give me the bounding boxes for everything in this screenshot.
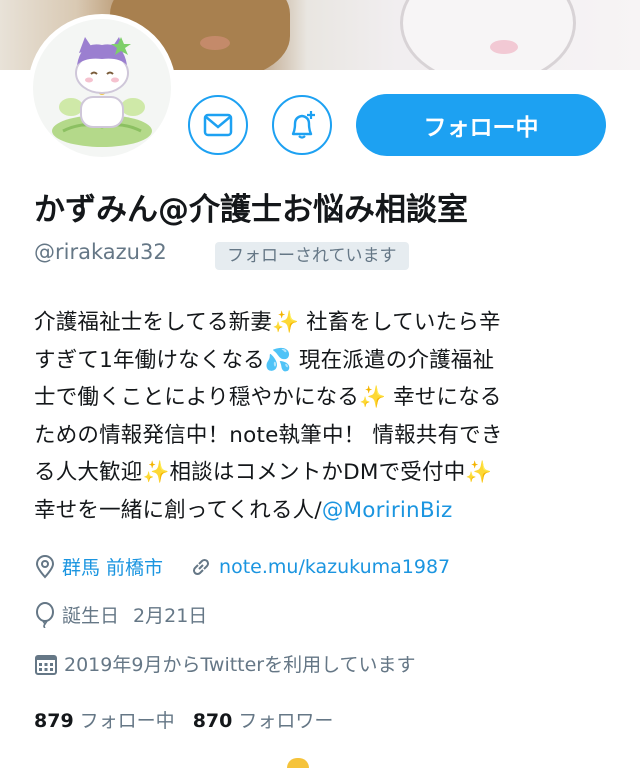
sparkles-emoji: ✨ [359,385,387,410]
display-name: かずみん@介護士お悩み相談室 [34,192,468,228]
username-handle: @rirakazu32 [34,240,167,264]
message-button[interactable] [188,95,248,155]
avatar[interactable] [28,14,176,162]
balloon-icon [36,601,54,628]
notifications-button[interactable] [272,95,332,155]
sweat-drops-emoji: 💦 [264,347,292,373]
follow-counts: 879 フォロー中 870 フォロワー [34,706,351,733]
following-link[interactable]: 879 フォロー中 [34,710,193,732]
mail-icon [203,113,233,137]
bell-plus-icon [291,111,315,139]
sparkles-emoji: ✨ [142,460,170,485]
following-button[interactable]: フォロー中 [356,94,606,156]
sparkles-emoji: ✨ [465,460,493,485]
calendar-icon [35,654,57,675]
birthday-row: 誕生日 2月21日 [34,601,207,628]
sparkles-emoji: ✨ [272,310,300,335]
follows-you-badge: フォローされています [215,242,409,270]
joined-row: 2019年9月からTwitterを利用しています [34,650,416,677]
location-pin-icon [35,554,55,579]
bottom-emoji-fragment [287,758,309,768]
followers-link[interactable]: 870 フォロワー [193,710,352,732]
website-link[interactable]: note.mu/kazukuma1987 [219,556,450,578]
location-text[interactable]: 群馬 前橋市 [62,553,163,580]
location-row: 群馬 前橋市 note.mu/kazukuma1987 [34,553,450,580]
profile-bio: 介護福祉士をしてる新妻✨ 社畜をしていたら辛 すぎて1年働けなくなる💦 現在派遣… [34,310,503,523]
link-icon [193,558,210,575]
mention-link[interactable]: @MoririnBiz [322,498,453,523]
